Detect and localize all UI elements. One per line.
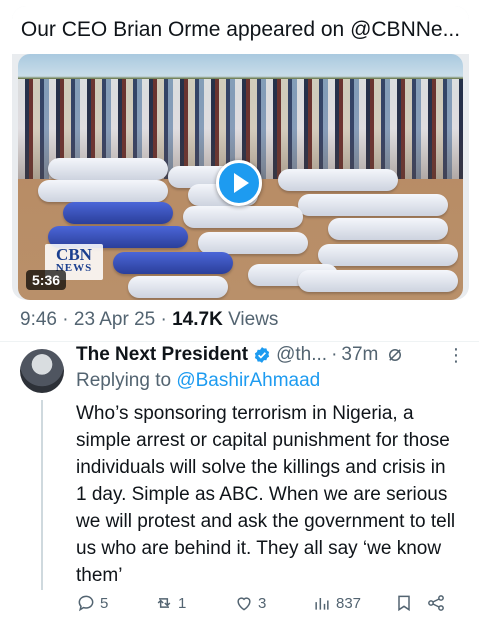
bookmark-icon xyxy=(398,595,410,612)
heart-icon xyxy=(237,597,251,611)
divider xyxy=(0,341,479,342)
media-card[interactable]: Our CEO Brian Orme appeared on @CBNNe...… xyxy=(12,6,469,300)
card-title[interactable]: Our CEO Brian Orme appeared on @CBNNe... xyxy=(12,6,469,54)
replying-to: Replying to @BashirAhmaad xyxy=(76,370,321,391)
avatar[interactable] xyxy=(20,349,64,393)
video-thumbnail[interactable]: CBN NEWS 5:36 xyxy=(18,54,463,300)
reply-button[interactable]: 5 xyxy=(76,593,154,613)
author-handle[interactable]: @th... xyxy=(276,344,327,366)
views-count: 14.7K xyxy=(172,309,223,330)
post-meta: 9:46 · 23 Apr 25 · 14.7K Views xyxy=(20,309,279,330)
reply-count: 5 xyxy=(100,594,109,612)
author-name[interactable]: The Next President xyxy=(76,344,248,366)
reply-header: The Next President @th... · 37m ⋮ xyxy=(76,344,466,366)
play-button[interactable] xyxy=(216,160,262,206)
bookmark-button[interactable] xyxy=(394,593,426,613)
repost-count: 1 xyxy=(178,594,187,612)
post-date[interactable]: 23 Apr 25 xyxy=(74,309,155,330)
like-button[interactable]: 3 xyxy=(234,593,312,613)
reply-text: Who’s sponsoring terrorism in Nigeria, a… xyxy=(76,403,456,586)
share-button[interactable] xyxy=(426,593,452,613)
share-icon xyxy=(428,595,444,611)
repost-icon xyxy=(157,598,171,608)
video-duration: 5:36 xyxy=(26,270,67,290)
reply-time[interactable]: 37m xyxy=(341,344,378,366)
repost-button[interactable]: 1 xyxy=(154,593,234,613)
verified-badge-icon xyxy=(254,347,270,363)
thread-line xyxy=(41,400,43,590)
grok-icon[interactable] xyxy=(386,346,404,364)
post-time[interactable]: 9:46 xyxy=(20,309,57,330)
views-button[interactable]: 837 xyxy=(312,593,394,613)
action-bar: 5 1 3 837 xyxy=(76,590,452,616)
replying-to-mention[interactable]: @BashirAhmaad xyxy=(176,370,320,391)
views-chart-icon xyxy=(315,598,329,610)
play-icon xyxy=(234,173,249,193)
views-count-reply: 837 xyxy=(336,594,362,612)
views-label: Views xyxy=(228,309,279,330)
like-count: 3 xyxy=(258,594,267,612)
more-icon[interactable]: ⋮ xyxy=(447,345,466,366)
reply-icon xyxy=(78,595,94,612)
